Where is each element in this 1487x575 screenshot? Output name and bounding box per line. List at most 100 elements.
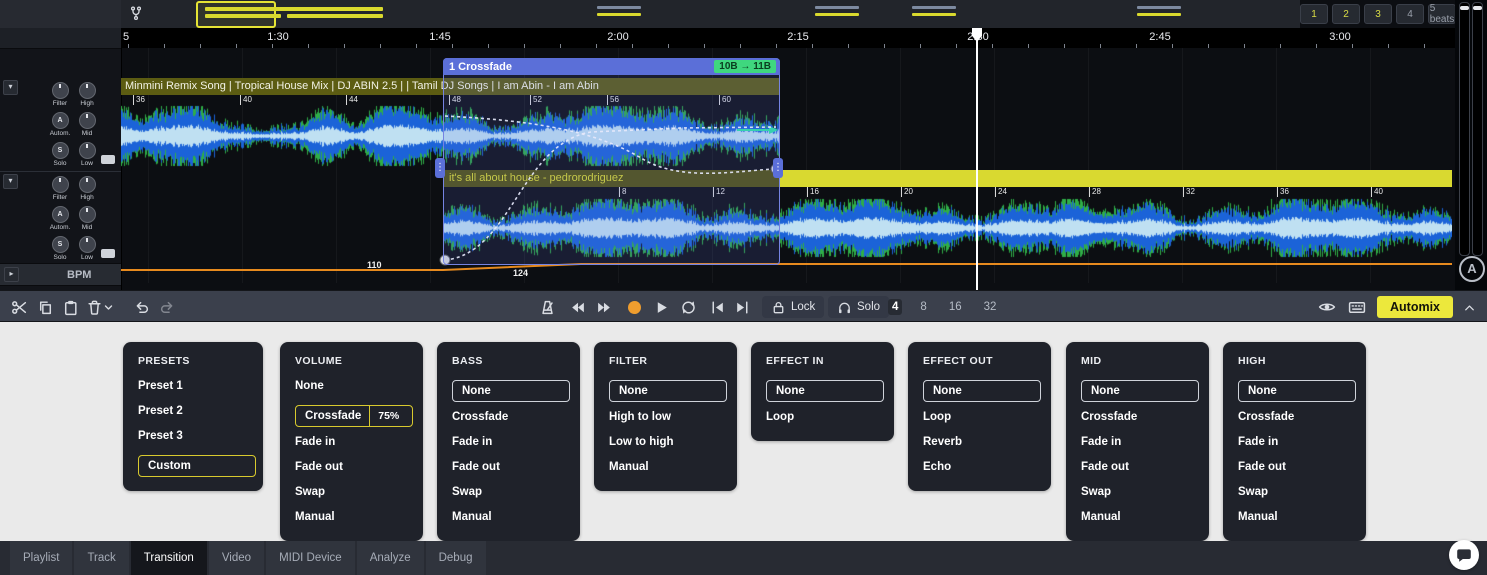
tab-video[interactable]: Video [209,541,264,575]
option-effect-out-echo[interactable]: Echo [923,461,1036,473]
master-fader-right[interactable] [1472,2,1483,256]
crossfade-left-handle[interactable]: ⋮ [435,158,445,178]
solo-button[interactable]: Solo [828,296,889,318]
option-filter-high-to-low[interactable]: High to low [609,411,722,423]
loop-length-4[interactable]: 4 [888,299,902,315]
option-mid-fade-in[interactable]: Fade in [1081,436,1194,448]
knob-solo[interactable]: SSolo [48,142,72,167]
loop-length-8[interactable]: 8 [916,299,930,315]
knob-autom[interactable]: AAutom. [48,112,72,137]
option-bass-fade-in[interactable]: Fade in [452,436,565,448]
knob-high[interactable]: High [75,82,99,107]
paste-button[interactable] [57,294,83,320]
knob-solo[interactable]: SSolo [48,236,72,261]
option-volume-crossfade[interactable]: Crossfade75% [295,405,413,427]
tab-debug[interactable]: Debug [426,541,486,575]
option-mid-none[interactable]: None [1081,380,1199,402]
option-volume-swap[interactable]: Swap [295,486,408,498]
redo-button[interactable] [154,294,180,320]
delete-options-chevron-icon[interactable] [101,294,115,320]
option-filter-manual[interactable]: Manual [609,461,722,473]
option-high-fade-out[interactable]: Fade out [1238,461,1351,473]
knob-dial[interactable] [79,206,96,223]
option-high-none[interactable]: None [1238,380,1356,402]
tab-playlist[interactable]: Playlist [10,541,72,575]
knob-dial[interactable]: S [52,236,69,253]
option-filter-low-to-high[interactable]: Low to high [609,436,722,448]
option-high-manual[interactable]: Manual [1238,511,1351,523]
automix-button[interactable]: Automix [1377,296,1453,318]
option-effect-in-loop[interactable]: Loop [766,411,879,423]
knob-high[interactable]: High [75,176,99,201]
knob-filter[interactable]: Filter [48,176,72,201]
chat-button[interactable] [1449,540,1479,570]
cut-button[interactable] [6,294,32,320]
deck1-mini-button[interactable] [101,155,115,164]
metronome-button[interactable] [534,294,560,320]
copy-button[interactable] [32,294,58,320]
knob-dial[interactable] [79,112,96,129]
option-bass-fade-out[interactable]: Fade out [452,461,565,473]
fast-forward-button[interactable] [591,294,617,320]
option-effect-out-reverb[interactable]: Reverb [923,436,1036,448]
option-volume-fade-in[interactable]: Fade in [295,436,408,448]
knob-dial[interactable] [79,82,96,99]
option-volume-fade-out[interactable]: Fade out [295,461,408,473]
crossfade-right-handle[interactable]: ⋮ [773,158,783,178]
minimap[interactable] [121,0,1300,29]
knob-mid[interactable]: Mid [75,112,99,137]
tab-transition[interactable]: Transition [131,541,207,575]
skip-forward-button[interactable] [729,294,755,320]
option-effect-out-loop[interactable]: Loop [923,411,1036,423]
knob-dial[interactable] [52,82,69,99]
track2-title-bar-extension[interactable] [780,170,1452,187]
option-bass-manual[interactable]: Manual [452,511,565,523]
play-button[interactable] [648,294,674,320]
option-volume-manual[interactable]: Manual [295,511,408,523]
knob-low[interactable]: Low [75,236,99,261]
beats-button-5-beats[interactable]: 5 beats [1428,4,1456,24]
option-presets-preset-3[interactable]: Preset 3 [138,430,248,442]
option-high-swap[interactable]: Swap [1238,486,1351,498]
beats-button-3[interactable]: 3 [1364,4,1392,24]
crossfade-region[interactable]: 1 Crossfade 10B → 11B [443,58,780,265]
option-effect-out-none[interactable]: None [923,380,1041,402]
option-filter-none[interactable]: None [609,380,727,402]
collapse-panel-button[interactable] [1456,294,1482,320]
loop-button[interactable] [675,294,701,320]
option-mid-crossfade[interactable]: Crossfade [1081,411,1194,423]
knob-dial[interactable] [79,236,96,253]
crossfade-header[interactable]: 1 Crossfade 10B → 11B [443,58,780,75]
option-bass-none[interactable]: None [452,380,570,402]
beats-button-4[interactable]: 4 [1396,4,1424,24]
option-mid-swap[interactable]: Swap [1081,486,1194,498]
loop-length-16[interactable]: 16 [945,299,966,315]
tab-analyze[interactable]: Analyze [357,541,424,575]
beats-button-2[interactable]: 2 [1332,4,1360,24]
deck2-mini-button[interactable] [101,249,115,258]
knob-autom[interactable]: AAutom. [48,206,72,231]
option-effect-in-none[interactable]: None [766,380,884,402]
time-ruler[interactable]: 51:301:452:002:152:302:453:00 [121,28,1455,48]
record-button[interactable] [621,294,647,320]
option-bass-crossfade[interactable]: Crossfade [452,411,565,423]
option-mid-manual[interactable]: Manual [1081,511,1194,523]
knob-dial[interactable] [79,176,96,193]
bpm-expand-button[interactable]: ▸ [4,267,19,282]
knob-mid[interactable]: Mid [75,206,99,231]
knob-dial[interactable]: A [52,206,69,223]
master-fader-left[interactable] [1459,2,1470,256]
knob-low[interactable]: Low [75,142,99,167]
lock-button[interactable]: Lock [762,296,824,318]
knob-dial[interactable]: S [52,142,69,159]
knob-dial[interactable] [52,176,69,193]
option-high-fade-in[interactable]: Fade in [1238,436,1351,448]
knob-dial[interactable] [79,142,96,159]
option-volume-none[interactable]: None [295,380,408,392]
visibility-button[interactable] [1314,294,1340,320]
rewind-button[interactable] [564,294,590,320]
knob-dial[interactable]: A [52,112,69,129]
option-bass-swap[interactable]: Swap [452,486,565,498]
option-high-crossfade[interactable]: Crossfade [1238,411,1351,423]
option-presets-preset-1[interactable]: Preset 1 [138,380,248,392]
